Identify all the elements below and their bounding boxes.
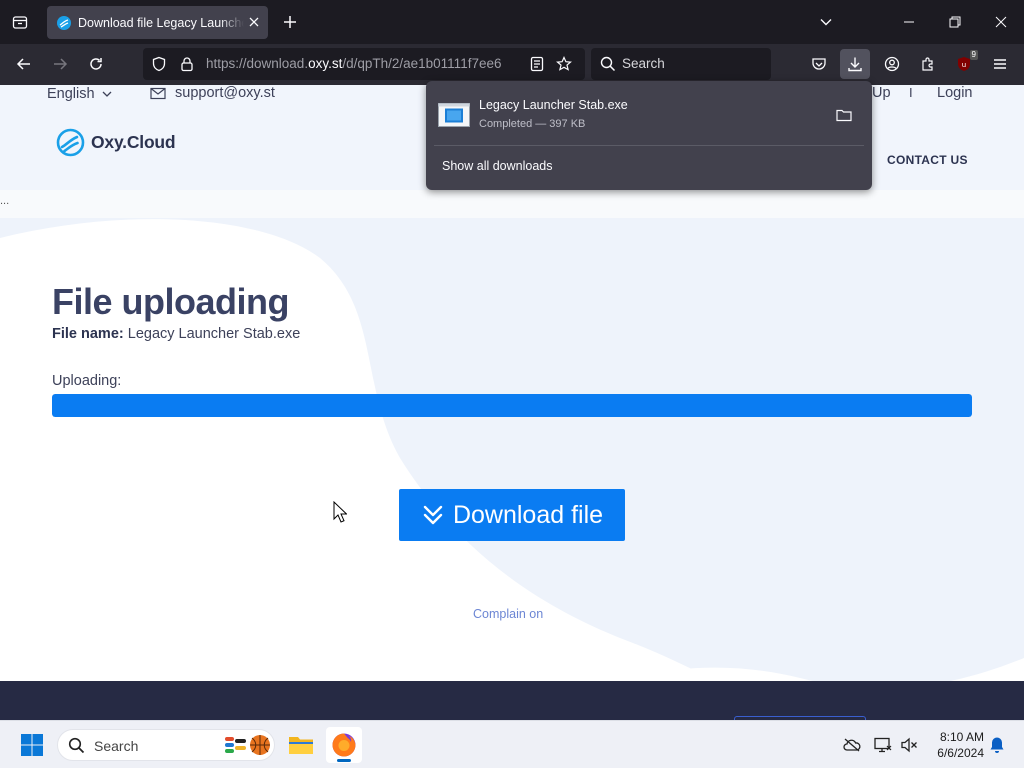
show-all-downloads-link[interactable]: Show all downloads <box>442 159 553 173</box>
downloads-divider <box>434 145 864 146</box>
lock-icon[interactable] <box>179 56 195 77</box>
back-arrow-icon[interactable] <box>9 49 39 79</box>
header-strip <box>0 190 1024 218</box>
pocket-icon[interactable] <box>804 49 834 79</box>
file-explorer-icon[interactable] <box>283 727 319 763</box>
login-link[interactable]: Login <box>937 85 972 101</box>
minimize-window-icon[interactable] <box>886 0 932 44</box>
ublock-origin-icon[interactable]: u 9 <box>949 49 979 79</box>
taskbar-search-icon <box>68 737 85 754</box>
language-selector[interactable]: English <box>47 86 113 102</box>
oxy-favicon-icon <box>57 15 71 30</box>
browser-tab-bar: Download file Legacy Launcher Stab.exe <box>0 0 1024 44</box>
extension-badge: 9 <box>969 50 978 60</box>
header-separator: I <box>909 85 913 100</box>
file-name-line: File name: Legacy Launcher Stab.exe <box>52 326 300 342</box>
downloads-icon[interactable] <box>840 49 870 79</box>
taskbar-search-label: Search <box>94 738 139 754</box>
download-item-name[interactable]: Legacy Launcher Stab.exe <box>479 98 628 112</box>
logo-text: Oxy.Cloud <box>91 132 176 152</box>
volume-muted-icon[interactable] <box>899 735 919 755</box>
address-bar[interactable]: https://download.oxy.st/d/qpTh/2/ae1b011… <box>143 48 585 80</box>
taskbar-search-box[interactable]: Search <box>57 729 275 761</box>
file-name-value: Legacy Launcher Stab.exe <box>127 326 301 342</box>
search-highlight-icon <box>225 735 270 755</box>
upload-progress-bar <box>52 394 972 417</box>
onedrive-offline-icon[interactable] <box>842 735 862 755</box>
support-email-link[interactable]: support@oxy.st <box>150 85 275 101</box>
contact-us-link[interactable]: CONTACT US <box>887 153 968 167</box>
notification-bell-icon[interactable] <box>987 735 1007 755</box>
system-clock[interactable]: 8:10 AM 6/6/2024 <box>924 729 984 761</box>
close-tab-icon[interactable] <box>246 14 262 30</box>
windows-start-icon[interactable] <box>20 733 44 757</box>
oxy-cloud-logo-icon <box>56 128 85 157</box>
reader-view-icon[interactable] <box>529 56 545 77</box>
active-app-indicator <box>337 759 351 762</box>
restore-window-icon[interactable] <box>932 0 978 44</box>
close-window-icon[interactable] <box>978 0 1024 44</box>
search-bar[interactable]: Search <box>591 48 771 80</box>
file-name-label: File name: <box>52 326 124 342</box>
envelope-icon <box>150 87 166 99</box>
reload-icon[interactable] <box>81 49 111 79</box>
support-email-text: support@oxy.st <box>175 85 275 101</box>
signup-link[interactable]: Up <box>872 85 891 101</box>
list-all-tabs-chevron-icon[interactable] <box>812 8 840 36</box>
page-title: File uploading <box>52 281 289 322</box>
bookmark-star-icon[interactable] <box>556 56 572 77</box>
extensions-puzzle-icon[interactable] <box>913 49 943 79</box>
ellipsis-text: ... <box>0 195 10 207</box>
app-menu-hamburger-icon[interactable] <box>985 49 1015 79</box>
tracking-shield-icon[interactable] <box>151 56 167 77</box>
forward-arrow-icon[interactable] <box>45 49 75 79</box>
url-text[interactable]: https://download.oxy.st/d/qpTh/2/ae1b011… <box>206 56 520 71</box>
exe-file-icon <box>438 103 470 127</box>
windows-taskbar: Search 8:10 AM 6/6/2024 <box>0 720 1024 768</box>
new-tab-icon[interactable] <box>276 8 304 36</box>
downloads-panel: Legacy Launcher Stab.exe Completed — 397… <box>426 81 872 190</box>
download-item-status: Completed — 397 KB <box>479 118 586 130</box>
upload-progress-fill <box>52 394 972 417</box>
chevron-down-icon <box>102 91 112 97</box>
tab-title: Download file Legacy Launcher Stab.exe <box>78 15 244 30</box>
network-monitor-icon[interactable] <box>873 735 893 755</box>
tab-download-file[interactable]: Download file Legacy Launcher Stab.exe <box>47 6 268 39</box>
account-icon[interactable] <box>877 49 907 79</box>
clock-time: 8:10 AM <box>939 730 984 744</box>
site-logo[interactable]: Oxy.Cloud <box>56 128 176 157</box>
browser-nav-bar: https://download.oxy.st/d/qpTh/2/ae1b011… <box>0 44 1024 85</box>
site-footer <box>0 681 1024 720</box>
download-file-button[interactable]: Download file <box>399 489 625 541</box>
search-placeholder: Search <box>622 56 665 71</box>
firefox-taskbar-icon[interactable] <box>326 727 362 763</box>
complain-link[interactable]: Complain on <box>473 607 543 621</box>
open-folder-icon[interactable] <box>834 105 854 125</box>
mouse-cursor-icon <box>333 501 347 523</box>
clock-date: 6/6/2024 <box>937 746 984 760</box>
language-label: English <box>47 86 95 102</box>
double-chevron-down-icon <box>423 505 443 525</box>
download-file-label: Download file <box>452 500 604 529</box>
uploading-label: Uploading: <box>52 373 122 389</box>
search-icon <box>600 56 616 77</box>
svg-text:u: u <box>962 61 966 69</box>
tab-list-icon[interactable] <box>6 8 34 36</box>
